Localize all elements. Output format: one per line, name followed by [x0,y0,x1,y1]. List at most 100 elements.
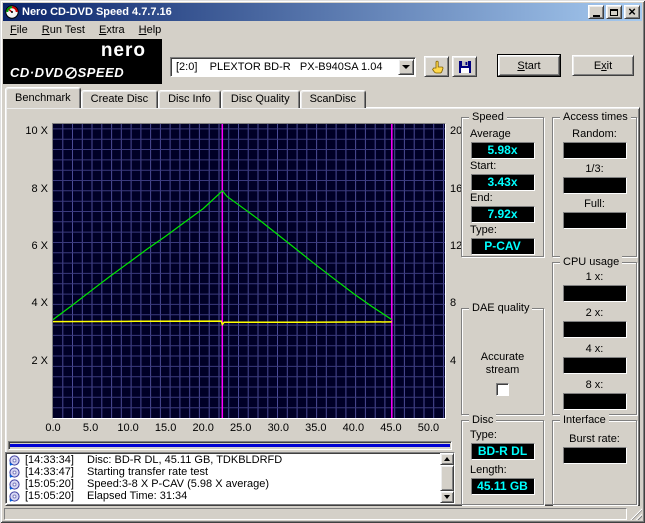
cpu-1x-value [562,285,627,302]
full-value [562,212,627,229]
close-button[interactable] [624,5,640,19]
disc-icon [64,66,77,79]
disc-log-icon [9,490,21,502]
speed-settings-button[interactable] [424,56,449,77]
end-value: 7.92x [470,206,535,223]
tab-disc-quality[interactable]: Disc Quality [220,90,300,108]
one-third-value [562,177,627,194]
scroll-up-button[interactable] [440,453,454,465]
nero-brand-text: nero [100,40,146,61]
cpu-2x-label: 2 x: [585,307,604,319]
cpu-8x-value [562,393,627,410]
dae-quality-panel-title: DAE quality [469,302,533,314]
disc-log-icon [9,466,21,478]
hand-icon [431,60,443,73]
axis-tick-label: 35.0 [305,422,327,434]
disc-type-value: BD-R DL [470,443,535,460]
title-bar[interactable]: Nero CD-DVD Speed 4.7.7.16 [3,3,642,21]
save-icon [458,60,471,73]
burst-rate-label: Burst rate: [569,433,620,445]
window-controls [588,5,640,19]
average-label: Average [470,128,511,140]
accurate-stream-label: Accurate stream [480,351,525,376]
interface-panel-title: Interface [560,414,609,426]
start-label: Start: [470,160,497,172]
tab-scandisc[interactable]: ScanDisc [299,90,367,108]
menu-item-extra[interactable]: Extra [92,23,132,37]
scroll-down-button[interactable] [440,491,454,503]
tab-benchmark[interactable]: Benchmark [5,87,81,108]
axis-tick-label: 45.0 [380,422,402,434]
disc-length-label: Length: [470,464,507,476]
axis-tick-label: 2 X [31,354,48,367]
disc-length-value: 45.11 GB [470,478,535,495]
axis-tick-label: 30.0 [267,422,289,434]
cpu-4x-label: 4 x: [585,343,604,355]
resize-grip[interactable] [629,507,642,520]
maximize-button[interactable] [606,5,622,19]
progress-fill [10,444,450,447]
type-label: Type: [470,224,497,236]
one-third-label: 1/3: [585,163,604,175]
axis-tick-label: 8 X [31,182,48,195]
close-icon [628,6,636,19]
log-scrollbar[interactable] [440,453,454,503]
save-results-button[interactable] [452,56,477,77]
menu-item-label: ile [16,24,28,36]
drive-select-dropdown-button[interactable] [398,59,414,75]
menu-item-run-test[interactable]: Run Test [35,23,92,37]
menu-item-help[interactable]: Help [132,23,169,37]
minimize-icon [592,14,600,17]
end-label: End: [470,192,493,204]
axis-tick-label: 25.0 [230,422,252,434]
status-bar [3,506,642,520]
menu-item-label: F [10,24,17,36]
log-time: [14:33:47] [25,466,74,478]
random-value [562,142,627,159]
menu-item-label: elp [146,24,162,36]
cpu-usage-panel-title: CPU usage [560,256,623,268]
product-text-right: SPEED [77,65,125,80]
log-text: Starting transfer rate test [87,466,209,478]
log-time: [14:33:34] [25,454,74,466]
cpu-4x-value [562,357,627,374]
start-button[interactable]: Start [498,55,560,76]
nero-product-text: CD·DVD SPEED [10,65,124,80]
start-button-label: tart [524,59,541,72]
menu-bar: File Run Test Extra Help [3,21,642,39]
exit-button-label: it [606,59,613,72]
drive-select[interactable]: [2:0] PLEXTOR BD-R PX-B940SA 1.04 [170,57,416,77]
tab-create-disc[interactable]: Create Disc [80,90,159,108]
log-entry: [14:33:47] Starting transfer rate test [8,466,438,478]
axis-tick-label: 5.0 [82,422,99,434]
nero-logo: nero CD·DVD SPEED [3,39,162,84]
minimize-button[interactable] [588,5,604,19]
menu-item-label: R [41,24,50,36]
menu-item-label: un Test [49,24,85,36]
interface-panel: Interface Burst rate: [552,414,637,505]
log-entry: [15:05:20] Elapsed Time: 31:34 [8,490,438,502]
cpu-8x-label: 8 x: [585,379,604,391]
scrollbar-thumb[interactable] [440,465,454,491]
axis-tick-label: 10 X [25,125,48,138]
tab-strip: Benchmark Create Disc Disc Info Disc Qua… [5,87,367,108]
log-list: [14:33:34] Disc: BD-R DL, 45.11 GB, TDKBL… [8,454,438,502]
access-times-panel: Access times Random: 1/3: Full: [552,111,637,257]
axis-tick-label: 50.0 [417,422,440,434]
axis-tick-label: 40.0 [342,422,365,434]
accurate-stream-checkbox[interactable] [496,383,509,396]
menu-item-label: xtra [106,24,125,36]
cpu-usage-panel: CPU usage 1 x: 2 x: 4 x: 8 x: [552,256,637,415]
tab-disc-info[interactable]: Disc Info [158,90,221,108]
log-entry: [14:33:34] Disc: BD-R DL, 45.11 GB, TDKBL… [8,454,438,466]
app-window: Nero CD-DVD Speed 4.7.7.16 File Run Test… [0,0,645,523]
arrow-down-icon [444,495,450,499]
axis-tick-label: 15.0 [154,422,177,434]
menu-item-file[interactable]: File [3,23,35,37]
dae-quality-panel: DAE quality Accurate stream [461,302,544,415]
exit-button[interactable]: Exit [572,55,634,76]
log-text: Disc: BD-R DL, 45.11 GB, TDKBLDRFD [87,454,283,466]
axis-tick-label: 0.0 [45,422,61,434]
log-time: [15:05:20] [25,478,74,490]
start-value: 3.43x [470,174,535,191]
